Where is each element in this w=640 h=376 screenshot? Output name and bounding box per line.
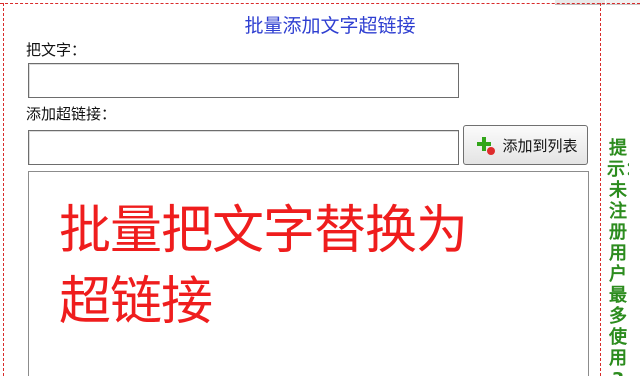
promo-banner-text: 批量把文字替换为 超链接	[59, 196, 579, 338]
dialog-title: 批量添加文字超链接	[244, 15, 416, 37]
text-input[interactable]	[28, 63, 459, 98]
app-window: 批量添加文字超链接 把文字： 添加超链接： 添加到列表 批量把文字替换为 超链接…	[0, 0, 640, 376]
promo-banner-line-2: 超链接	[59, 272, 213, 332]
promo-banner-line-1: 批量把文字替换为	[59, 201, 468, 261]
link-list-box[interactable]: 批量把文字替换为 超链接	[28, 171, 589, 376]
link-label: 添加超链接：	[26, 105, 117, 123]
registration-hint: 提示：未注册用户最多使用3个	[607, 138, 629, 376]
add-to-list-label: 添加到列表	[502, 136, 578, 155]
link-input[interactable]	[28, 130, 459, 165]
dashed-left-border	[3, 3, 4, 376]
dashed-right-border	[600, 3, 601, 376]
dashed-top-border	[0, 3, 640, 4]
text-label: 把文字：	[26, 41, 87, 59]
add-icon	[473, 133, 497, 157]
add-to-list-button[interactable]: 添加到列表	[463, 125, 588, 165]
